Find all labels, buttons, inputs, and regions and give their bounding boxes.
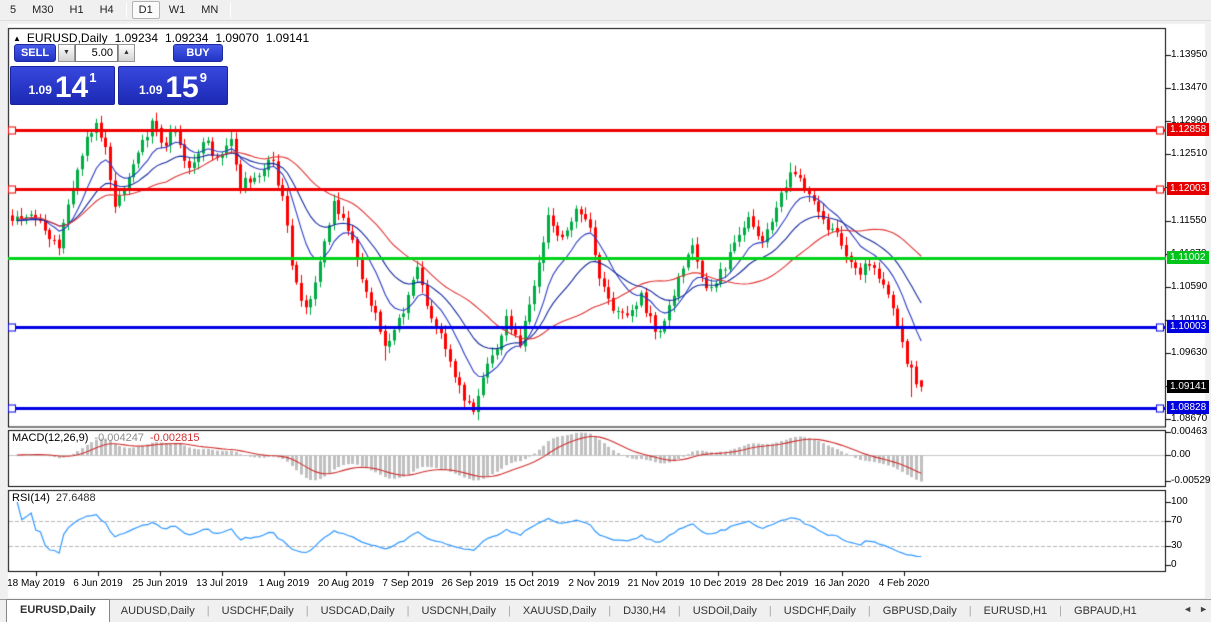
- volume-decrease-button[interactable]: ▼: [58, 44, 75, 62]
- timeframe-button-5[interactable]: 5: [3, 1, 23, 19]
- price-axis-tick: 1.13470: [1171, 82, 1208, 94]
- chart-symbol-label: EURUSD,Daily: [26, 31, 108, 45]
- tab-scroll-left-icon[interactable]: ◄: [1183, 604, 1192, 614]
- tab-separator: |: [508, 605, 511, 617]
- price-axis-tick: 1.09630: [1171, 346, 1208, 358]
- timeframe-button-h4[interactable]: H4: [93, 1, 121, 19]
- tab-separator: |: [305, 605, 309, 617]
- macd-axis-tick: 0.00463: [1171, 426, 1208, 437]
- ohlc-open: 1.09234: [114, 31, 158, 45]
- timeframe-button-h1[interactable]: H1: [63, 1, 91, 19]
- timeframe-button-d1[interactable]: D1: [131, 1, 160, 19]
- buy-price-big-digits: 15: [165, 71, 199, 104]
- rsi-indicator-label: RSI(14) 27.6488: [12, 492, 96, 504]
- chart-title: ▲ EURUSD,Daily 1.09234 1.09234 1.09070 1…: [13, 31, 316, 45]
- current-price-label: 1.09141: [1167, 379, 1209, 393]
- rsi-axis-tick: 70: [1171, 514, 1183, 526]
- tab-separator: |: [608, 605, 612, 617]
- price-axis-tick: 1.10590: [1171, 280, 1208, 292]
- tab-scroll-arrows: ◄ ►: [1183, 604, 1208, 614]
- tab-separator: |: [206, 605, 210, 617]
- price-axis-tick: 1.08670: [1171, 413, 1208, 425]
- price-level-label: 1.08828: [1167, 401, 1209, 415]
- chart-tab-eurusd-daily[interactable]: EURUSD,Daily: [6, 598, 110, 622]
- rsi-axis-tick: 30: [1171, 540, 1183, 552]
- sell-price-prefix: 1.09: [28, 83, 52, 97]
- tab-separator: |: [768, 605, 772, 617]
- macd-main-value: -0.004247: [94, 432, 144, 444]
- buy-price-button[interactable]: 1.09 15 9: [118, 66, 228, 105]
- toolbar-separator: [125, 2, 127, 18]
- ohlc-low: 1.09070: [215, 31, 259, 45]
- price-axis-tick: 1.11550: [1171, 214, 1207, 226]
- chart-tab-usdcad-daily[interactable]: USDCAD,Daily: [310, 602, 406, 620]
- sell-price-pip-digit: 1: [89, 70, 97, 85]
- timeframe-button-w1[interactable]: W1: [162, 1, 193, 19]
- volume-increase-button[interactable]: ▲: [118, 44, 135, 62]
- macd-axis-tick: 0.00: [1171, 449, 1191, 460]
- chart-tab-usdchf-daily[interactable]: USDCHF,Daily: [211, 602, 305, 620]
- sell-price-big-digits: 14: [54, 71, 89, 104]
- price-axis-tick: 1.13950: [1171, 49, 1208, 60]
- tab-separator: |: [968, 605, 972, 617]
- rsi-axis-tick: 100: [1171, 496, 1188, 507]
- volume-input[interactable]: [75, 44, 118, 62]
- chart-tab-usdchf-daily[interactable]: USDCHF,Daily: [773, 602, 867, 620]
- timeframe-toolbar: 5 M30 H1 H4 D1 W1 MN: [0, 0, 1211, 21]
- ohlc-close: 1.09141: [265, 31, 310, 45]
- sell-price-button[interactable]: 1.09 14 1: [10, 66, 115, 105]
- toolbar-separator: [230, 2, 232, 18]
- macd-axis-tick: -0.005299: [1171, 475, 1211, 487]
- chart-tab-usdcnh-daily[interactable]: USDCNH,Daily: [410, 602, 507, 620]
- timeframe-button-m30[interactable]: M30: [25, 1, 60, 19]
- price-level-label: 1.12003: [1167, 182, 1209, 196]
- tab-scroll-right-icon[interactable]: ►: [1199, 604, 1208, 614]
- chart-tab-dj30-h4[interactable]: DJ30,H4: [612, 602, 677, 620]
- price-level-label: 1.10003: [1167, 320, 1209, 334]
- tab-separator: |: [867, 605, 871, 617]
- macd-title: MACD(12,26,9): [12, 432, 89, 444]
- chart-tab-xauusd-daily[interactable]: XAUUSD,Daily: [512, 602, 607, 620]
- tab-separator: |: [677, 605, 681, 617]
- ohlc-high: 1.09234: [165, 31, 209, 45]
- price-level-label: 1.12858: [1167, 123, 1209, 137]
- rsi-value: 27.6488: [55, 492, 96, 504]
- chart-tab-gbpaud-h1[interactable]: GBPAUD,H1: [1063, 602, 1148, 620]
- tab-separator: |: [1059, 605, 1063, 617]
- date-axis-label: 4 Feb 2020: [878, 578, 930, 589]
- macd-indicator-label: MACD(12,26,9) -0.004247 -0.002815: [12, 432, 200, 444]
- timeframe-button-mn[interactable]: MN: [194, 1, 225, 19]
- chart-tab-audusd-daily[interactable]: AUDUSD,Daily: [110, 602, 206, 620]
- one-click-trading-panel: SELL ▼ ▲ BUY 1.09 14 1 1.09 15 9: [10, 44, 228, 105]
- buy-button[interactable]: BUY: [173, 44, 223, 62]
- chart-tab-usdoil-daily[interactable]: USDOil,Daily: [682, 602, 768, 620]
- rsi-title: RSI(14): [12, 492, 50, 504]
- chart-tab-gbpusd-daily[interactable]: GBPUSD,Daily: [872, 602, 968, 620]
- price-axis-tick: 1.12510: [1171, 148, 1208, 160]
- price-level-label: 1.11002: [1167, 251, 1209, 265]
- chart-tab-eurusd-h1[interactable]: EURUSD,H1: [973, 602, 1059, 620]
- tab-separator: |: [406, 605, 410, 617]
- rsi-axis-tick: 0: [1171, 559, 1177, 570]
- buy-price-pip-digit: 9: [199, 70, 207, 85]
- buy-price-prefix: 1.09: [139, 83, 163, 97]
- collapse-chart-icon[interactable]: ▲: [13, 34, 21, 43]
- sell-button[interactable]: SELL: [14, 44, 56, 62]
- macd-signal-value: -0.002815: [149, 432, 200, 444]
- chart-tab-bar: EURUSD,Daily AUDUSD,Daily | USDCHF,Daily | US…: [0, 598, 1211, 622]
